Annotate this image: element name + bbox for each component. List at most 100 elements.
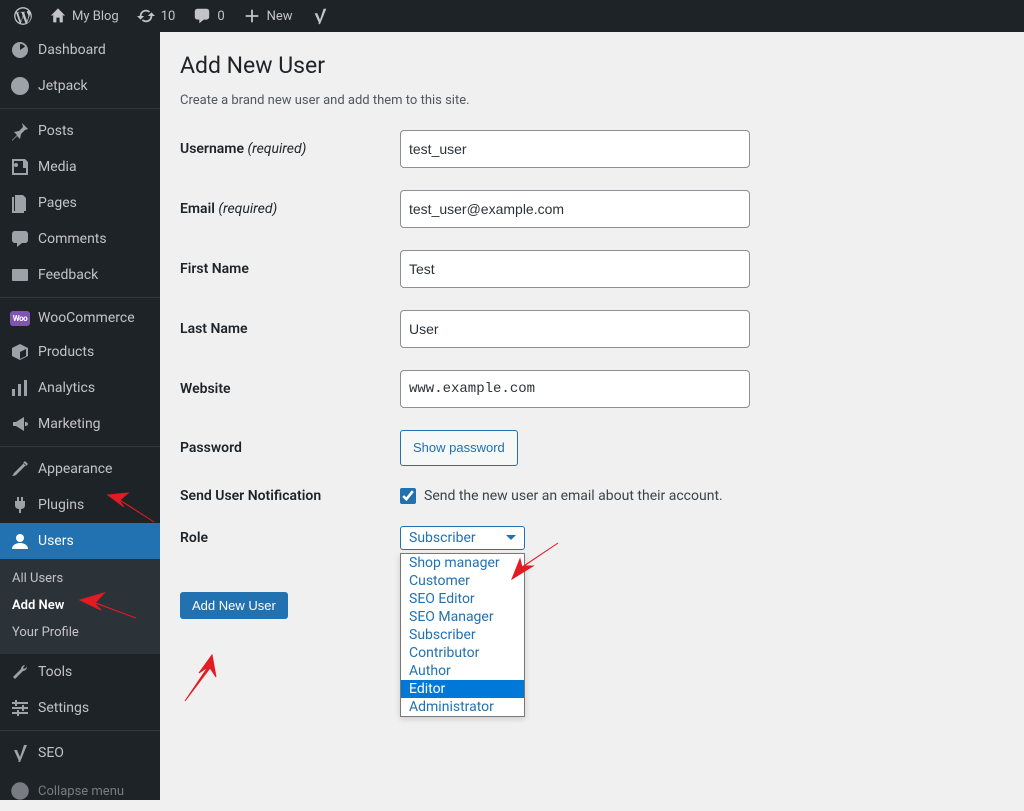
sidebar-item-marketing[interactable]: Marketing — [0, 406, 160, 442]
annotation-arrow — [78, 588, 138, 628]
refresh-icon — [137, 7, 155, 25]
role-option[interactable]: Author — [401, 662, 524, 680]
sidebar-item-jetpack[interactable]: Jetpack — [0, 68, 160, 104]
sidebar-label: Tools — [38, 664, 72, 680]
updates-link[interactable]: 10 — [129, 0, 184, 32]
plus-icon — [243, 7, 261, 25]
sidebar-item-pages[interactable]: Pages — [0, 185, 160, 221]
comments-icon — [10, 229, 30, 249]
notification-checkbox[interactable] — [400, 488, 416, 504]
sidebar-item-settings[interactable]: Settings — [0, 690, 160, 726]
sidebar-item-posts[interactable]: Posts — [0, 108, 160, 149]
woo-icon: Woo — [10, 311, 30, 326]
role-option[interactable]: Shop manager — [401, 554, 524, 572]
first-name-input[interactable] — [400, 250, 750, 288]
sidebar-item-products[interactable]: Products — [0, 334, 160, 370]
last-name-input[interactable] — [400, 310, 750, 348]
wrench-icon — [10, 662, 30, 682]
collapse-icon — [10, 781, 30, 801]
label-email: Email — [180, 201, 215, 217]
wordpress-icon — [14, 7, 32, 25]
label-notification: Send User Notification — [180, 488, 321, 504]
add-new-user-button[interactable]: Add New User — [180, 592, 288, 619]
label-required: (required) — [247, 141, 306, 157]
sidebar-label: Users — [38, 533, 74, 549]
page-content: Add New User Create a brand new user and… — [160, 32, 1024, 800]
row-website: Website — [180, 370, 1004, 408]
username-input[interactable] — [400, 130, 750, 168]
sidebar-item-dashboard[interactable]: Dashboard — [0, 32, 160, 68]
annotation-arrow — [180, 653, 230, 707]
row-username: Username (required) — [180, 130, 1004, 168]
sidebar-label: Plugins — [38, 497, 84, 513]
sidebar-label: Products — [38, 344, 94, 360]
role-dropdown[interactable]: Shop managerCustomerSEO EditorSEO Manage… — [400, 553, 525, 717]
website-input[interactable] — [400, 370, 750, 408]
collapse-label: Collapse menu — [38, 784, 124, 799]
yoast-link[interactable] — [303, 0, 337, 32]
role-option[interactable]: Editor — [401, 680, 524, 698]
products-icon — [10, 342, 30, 362]
pages-icon — [10, 193, 30, 213]
home-icon — [50, 8, 66, 24]
comment-icon — [193, 7, 211, 25]
admin-sidebar: Dashboard Jetpack Posts Media Pages Comm… — [0, 32, 160, 800]
row-password: Password Show password — [180, 430, 1004, 466]
site-title: My Blog — [72, 9, 119, 24]
updates-count: 10 — [161, 9, 176, 24]
show-password-button[interactable]: Show password — [400, 430, 518, 466]
sidebar-item-analytics[interactable]: Analytics — [0, 370, 160, 406]
admin-toolbar: My Blog 10 0 New — [0, 0, 1024, 32]
row-first-name: First Name — [180, 250, 1004, 288]
plug-icon — [10, 495, 30, 515]
collapse-menu[interactable]: Collapse menu — [0, 771, 160, 811]
dashboard-icon — [10, 40, 30, 60]
role-option[interactable]: Subscriber — [401, 626, 524, 644]
sidebar-item-seo[interactable]: SEO — [0, 730, 160, 771]
sidebar-item-media[interactable]: Media — [0, 149, 160, 185]
comments-link[interactable]: 0 — [185, 0, 232, 32]
role-option[interactable]: SEO Manager — [401, 608, 524, 626]
wp-logo[interactable] — [6, 0, 40, 32]
role-option[interactable]: Contributor — [401, 644, 524, 662]
sidebar-item-appearance[interactable]: Appearance — [0, 446, 160, 487]
new-content-link[interactable]: New — [235, 0, 301, 32]
site-link[interactable]: My Blog — [42, 0, 127, 32]
sidebar-item-woocommerce[interactable]: Woo WooCommerce — [0, 297, 160, 334]
sidebar-label: SEO — [38, 745, 64, 761]
label-first-name: First Name — [180, 261, 249, 277]
yoast-icon — [10, 743, 30, 763]
pin-icon — [10, 121, 30, 141]
sidebar-item-comments[interactable]: Comments — [0, 221, 160, 257]
brush-icon — [10, 459, 30, 479]
role-option[interactable]: Administrator — [401, 698, 524, 716]
sidebar-label: Settings — [38, 700, 89, 716]
role-option[interactable]: SEO Editor — [401, 590, 524, 608]
label-role: Role — [180, 530, 208, 546]
sidebar-item-tools[interactable]: Tools — [0, 654, 160, 690]
feedback-icon — [10, 265, 30, 285]
sidebar-label: WooCommerce — [38, 310, 135, 326]
sidebar-label: Comments — [38, 231, 107, 247]
new-label: New — [267, 9, 293, 24]
row-role: Role Subscriber Shop managerCustomerSEO … — [180, 526, 1004, 550]
sidebar-label: Media — [38, 159, 77, 175]
sidebar-label: Posts — [38, 123, 74, 139]
sidebar-label: Pages — [38, 195, 77, 211]
analytics-icon — [10, 378, 30, 398]
row-notification: Send User Notification Send the new user… — [180, 488, 1004, 504]
annotation-arrow — [106, 487, 156, 531]
sidebar-item-feedback[interactable]: Feedback — [0, 257, 160, 293]
yoast-icon — [311, 7, 329, 25]
notification-text: Send the new user an email about their a… — [424, 488, 723, 504]
user-icon — [10, 531, 30, 551]
sidebar-label: Dashboard — [38, 42, 106, 58]
row-last-name: Last Name — [180, 310, 1004, 348]
sliders-icon — [10, 698, 30, 718]
role-option[interactable]: Customer — [401, 572, 524, 590]
sidebar-label: Analytics — [38, 380, 95, 396]
role-select[interactable]: Subscriber — [400, 526, 525, 550]
sidebar-label: Marketing — [38, 416, 101, 432]
media-icon — [10, 157, 30, 177]
email-input[interactable] — [400, 190, 750, 228]
